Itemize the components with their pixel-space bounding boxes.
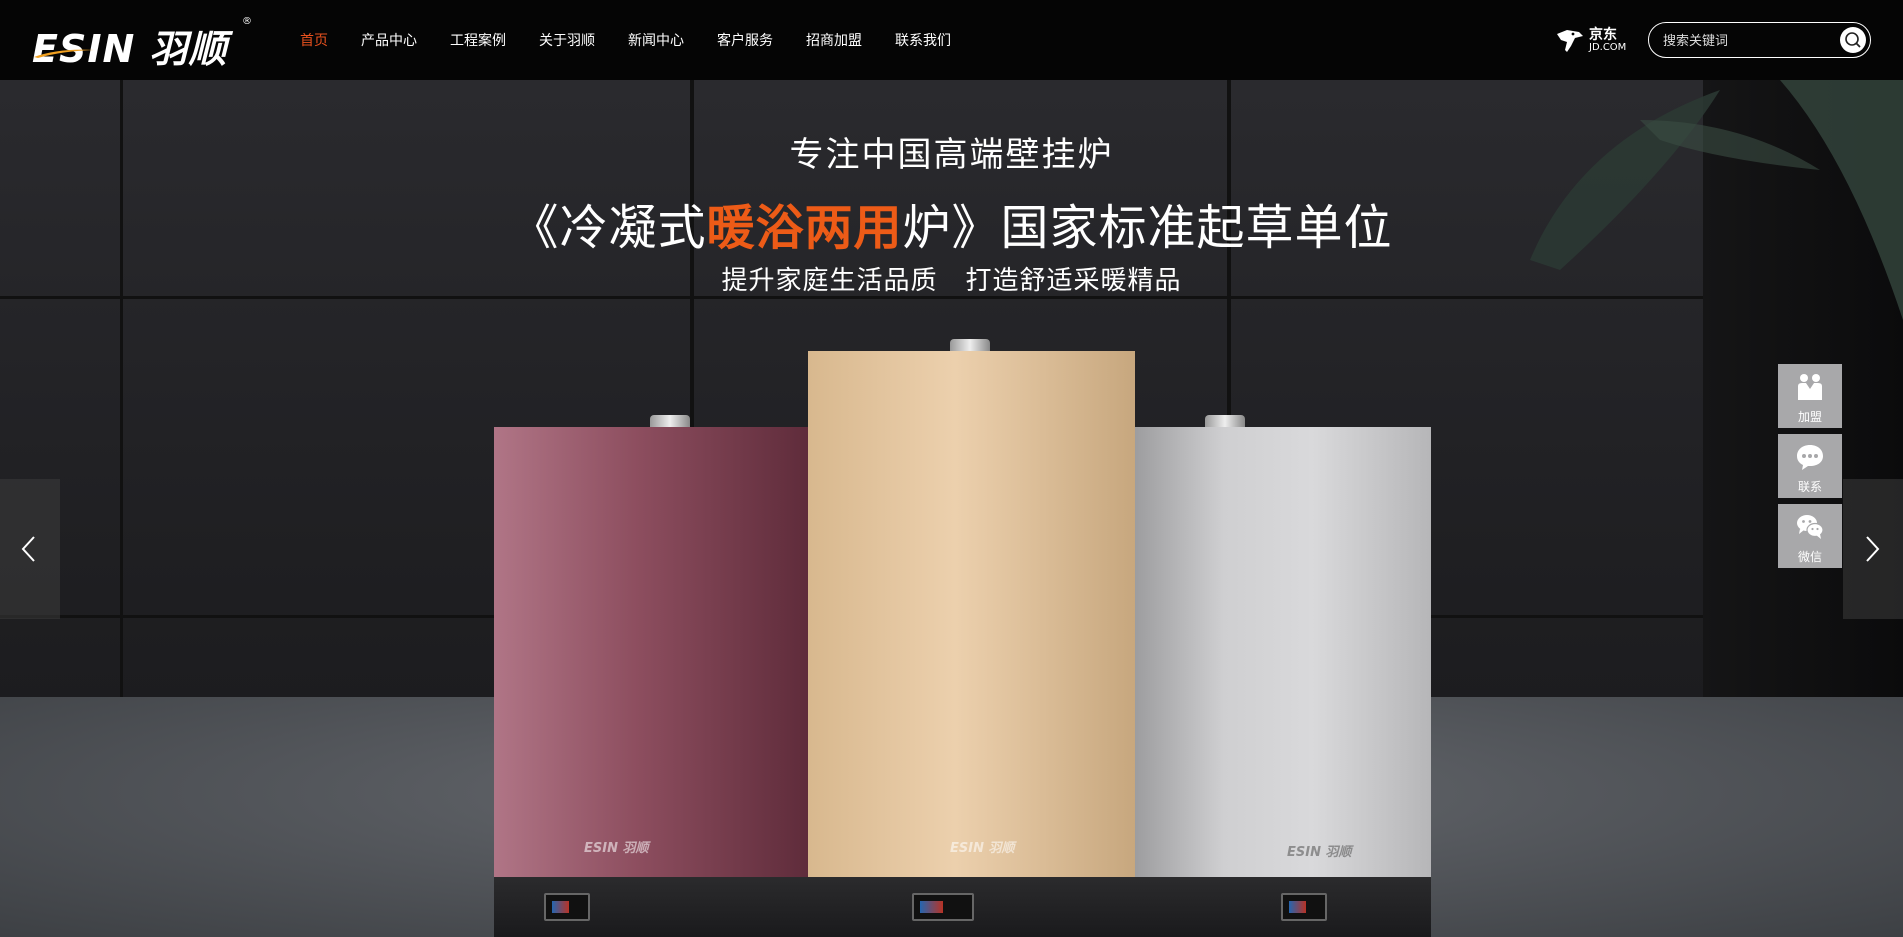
- hero-subtitle: 《冷凝式暖浴两用炉》国家标准起草单位: [0, 188, 1903, 258]
- nav-item-franchise[interactable]: 招商加盟: [806, 30, 862, 50]
- boiler-brand-label: ESIN 羽顺: [950, 841, 1015, 856]
- boiler-display: [544, 893, 590, 921]
- hero-slogan-a: 提升家庭生活品质: [721, 266, 938, 296]
- carousel-prev-button[interactable]: [0, 479, 60, 619]
- nav-item-cases[interactable]: 工程案例: [450, 30, 506, 50]
- side-tool-label: 加盟: [1797, 410, 1822, 424]
- side-tool-franchise[interactable]: 加盟: [1778, 364, 1842, 428]
- registered-mark: ®: [242, 16, 252, 27]
- main-nav: 首页 产品中心 工程案例 关于羽顺 新闻中心 客户服务 招商加盟 联系我们: [300, 0, 984, 80]
- jd-dog-icon: [1557, 30, 1583, 52]
- chevron-right-icon: [1866, 536, 1880, 562]
- product-boiler-red: ESIN 羽顺: [494, 415, 812, 937]
- nav-item-news[interactable]: 新闻中心: [628, 30, 684, 50]
- boiler-display: [1281, 893, 1327, 921]
- logo-swoosh-icon: [34, 49, 94, 58]
- floating-side-tools: 加盟 联系 微信: [1778, 364, 1842, 574]
- jd-label-cn: 京东: [1589, 27, 1617, 43]
- site-header: ESIN 羽顺 ® 首页 产品中心 工程案例 关于羽顺 新闻中心 客户服务 招商…: [0, 0, 1903, 80]
- nav-item-products[interactable]: 产品中心: [361, 30, 417, 50]
- boiler-brand-label: ESIN 羽顺: [584, 841, 649, 856]
- hero-slogan-b: 打造舒适采暖精品: [965, 266, 1182, 296]
- side-tool-label: 联系: [1797, 480, 1822, 494]
- chat-bubble-icon: [1797, 445, 1823, 470]
- nav-item-about[interactable]: 关于羽顺: [539, 30, 595, 50]
- side-tool-wechat[interactable]: 微信: [1778, 504, 1842, 568]
- carousel-next-button[interactable]: [1843, 479, 1903, 619]
- search-button[interactable]: [1840, 27, 1866, 53]
- boiler-body: [494, 427, 812, 877]
- jd-store-link[interactable]: 京东 JD.COM: [1555, 24, 1635, 56]
- boiler-body: [808, 351, 1135, 877]
- nav-item-home[interactable]: 首页: [300, 30, 328, 50]
- search-box: [1648, 22, 1871, 58]
- jd-label-en: JD.COM: [1589, 42, 1627, 53]
- hero-slogan: 提升家庭生活品质 打造舒适采暖精品: [0, 260, 1903, 297]
- boiler-body: [1135, 427, 1431, 877]
- product-boiler-gold: ESIN 羽顺: [808, 339, 1135, 937]
- chevron-left-icon: [21, 536, 35, 562]
- nav-item-contact[interactable]: 联系我们: [895, 30, 951, 50]
- search-input[interactable]: [1663, 31, 1823, 51]
- boiler-display: [912, 893, 974, 921]
- boiler-control-panel: [494, 877, 812, 937]
- boiler-control-panel: [808, 877, 1135, 937]
- hero-title: 专注中国高端壁挂炉: [789, 135, 1114, 175]
- boiler-control-panel: [1135, 877, 1431, 937]
- hero-subtitle-highlight: 暖浴两用: [706, 200, 903, 256]
- logo-text: ESIN 羽顺: [32, 27, 228, 71]
- product-boiler-silver: ESIN 羽顺: [1135, 415, 1431, 937]
- hero-subtitle-post: 炉》国家标准起草单位: [902, 200, 1393, 256]
- hero-subtitle-pre: 《冷凝式: [510, 200, 707, 256]
- side-tool-contact[interactable]: 联系: [1778, 434, 1842, 498]
- wechat-icon: [1797, 515, 1824, 539]
- handshake-icon: [1798, 374, 1822, 400]
- nav-item-service[interactable]: 客户服务: [717, 30, 773, 50]
- brand-logo[interactable]: ESIN 羽顺 ®: [32, 16, 252, 71]
- search-icon: [1845, 32, 1861, 48]
- boiler-brand-label: ESIN 羽顺: [1287, 845, 1352, 860]
- hero-banner: 专注中国高端壁挂炉 《冷凝式暖浴两用炉》国家标准起草单位 提升家庭生活品质 打造舒…: [0, 80, 1903, 937]
- side-tool-label: 微信: [1797, 550, 1822, 564]
